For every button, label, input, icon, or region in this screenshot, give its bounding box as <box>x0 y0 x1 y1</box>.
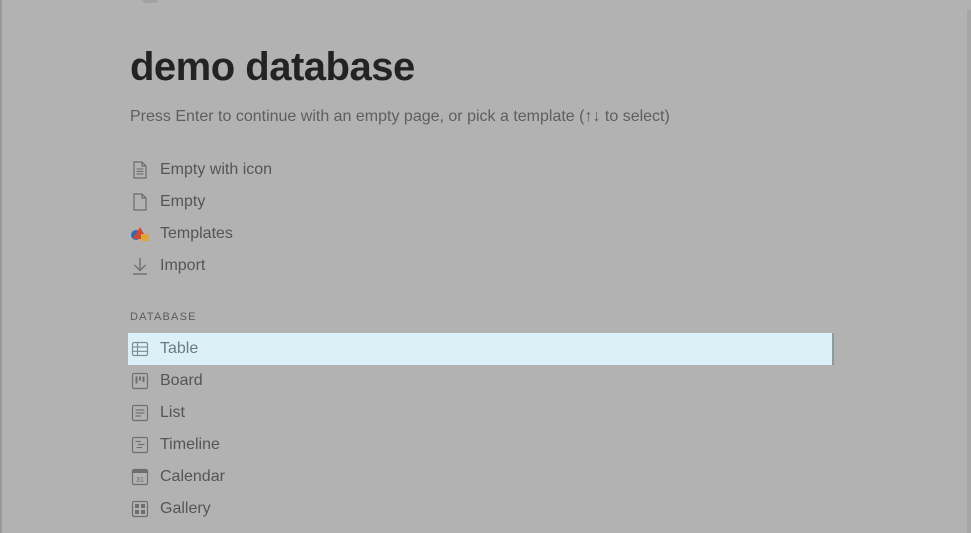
option-label: Empty <box>160 193 206 210</box>
calendar-icon-day: 31 <box>136 477 144 484</box>
window-left-edge <box>0 0 2 533</box>
option-label: Templates <box>160 225 233 242</box>
option-import[interactable]: Import <box>128 250 834 282</box>
templates-shapes-icon <box>130 224 150 244</box>
page-hint: Press Enter to continue with an empty pa… <box>130 108 670 125</box>
option-templates[interactable]: Templates <box>128 218 834 250</box>
board-icon <box>130 371 150 391</box>
list-icon <box>130 403 150 423</box>
option-label: Calendar <box>160 468 225 485</box>
option-label: List <box>160 404 185 421</box>
option-empty-with-icon[interactable]: Empty with icon <box>128 154 834 186</box>
import-arrow-icon <box>130 256 150 276</box>
database-section-label: DATABASE <box>130 311 197 323</box>
option-label: Gallery <box>160 500 211 517</box>
option-label: Board <box>160 372 203 389</box>
page-title[interactable]: demo database <box>130 45 415 90</box>
option-label: Empty with icon <box>160 161 273 178</box>
window-scrollbar[interactable] <box>967 10 971 533</box>
page-backdrop: demo database Press Enter to continue wi… <box>0 0 971 533</box>
option-label: Table <box>160 340 199 357</box>
calendar-icon: 31 <box>130 467 150 487</box>
table-icon <box>130 339 150 359</box>
option-empty[interactable]: Empty <box>128 186 834 218</box>
option-board[interactable]: Board <box>128 365 834 397</box>
option-table[interactable]: Table <box>128 333 834 365</box>
gallery-icon <box>130 499 150 519</box>
page-icon-stub <box>142 0 158 3</box>
option-calendar[interactable]: 31 Calendar <box>128 461 834 493</box>
blank-page-icon <box>130 192 150 212</box>
option-label: Import <box>160 257 206 274</box>
option-label: Timeline <box>160 436 220 453</box>
page-with-lines-icon <box>130 160 150 180</box>
timeline-icon <box>130 435 150 455</box>
option-gallery[interactable]: Gallery <box>128 493 834 525</box>
option-timeline[interactable]: Timeline <box>128 429 834 461</box>
option-list[interactable]: List <box>128 397 834 429</box>
